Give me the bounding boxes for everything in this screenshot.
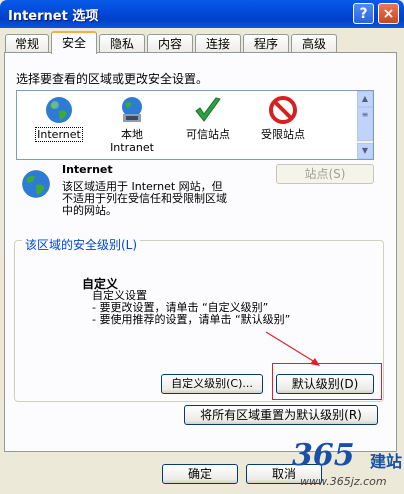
zone-name: Internet (62, 163, 113, 176)
security-level-details: 自定义设置 - 要更改设置，请单击 “自定义级别” - 要使用推荐的设置，请单击… (92, 289, 291, 326)
watermark-url: www.365jz.com (300, 475, 387, 488)
tab-advanced[interactable]: 高级 (291, 34, 337, 53)
zone-description: 该区域适用于 Internet 网站，但 不适用于列在受信任和受限制区域 中的网… (62, 180, 227, 217)
default-level-button[interactable]: 默认级别(D) (276, 374, 374, 394)
zone-trusted-sites[interactable]: 可信站点 (178, 95, 238, 141)
tab-connections[interactable]: 连接 (195, 34, 241, 53)
selected-zone-globe-icon (22, 170, 50, 198)
zone-label: 可信站点 (186, 128, 230, 141)
tab-programs[interactable]: 程序 (243, 34, 289, 53)
zone-label: Internet (35, 127, 83, 142)
reset-all-zones-button[interactable]: 将所有区域重置为默认级别(R) (184, 405, 378, 425)
custom-level-button[interactable]: 自定义级别(C)... (161, 374, 263, 394)
watermark-number: 365 (292, 438, 355, 473)
zone-internet[interactable]: Internet (30, 95, 88, 142)
local-intranet-icon (122, 97, 142, 122)
globe-icon (46, 97, 72, 123)
tab-content[interactable]: 内容 (147, 34, 193, 53)
zone-label: 本地 (121, 128, 143, 141)
security-level-group-label: 该区域的安全级别(L) (22, 236, 141, 253)
tab-general[interactable]: 常规 (5, 34, 49, 53)
tab-privacy[interactable]: 隐私 (99, 34, 145, 53)
sites-button[interactable]: 站点(S) (276, 164, 374, 184)
close-button[interactable]: × (378, 3, 399, 24)
scroll-thumb[interactable]: ≡ (357, 107, 373, 141)
restricted-no-icon (269, 96, 297, 124)
tab-security[interactable]: 安全 (51, 31, 97, 54)
select-zone-prompt: 选择要查看的区域或更改安全设置。 (16, 72, 209, 86)
scroll-up-icon[interactable]: ▲ (357, 91, 373, 107)
scroll-down-icon[interactable]: ▼ (357, 143, 373, 159)
window-title: Internet 选项 (8, 9, 99, 24)
help-button[interactable]: ? (353, 3, 374, 24)
zone-label-line2: Intranet (110, 141, 154, 154)
watermark-site: 建站 (370, 452, 403, 471)
zone-restricted-sites[interactable]: 受限站点 (253, 95, 313, 141)
zone-label: 受限站点 (261, 128, 305, 141)
ok-button[interactable]: 确定 (162, 464, 238, 484)
trusted-check-icon (195, 97, 221, 122)
zone-local-intranet[interactable]: 本地 Intranet (104, 95, 160, 154)
